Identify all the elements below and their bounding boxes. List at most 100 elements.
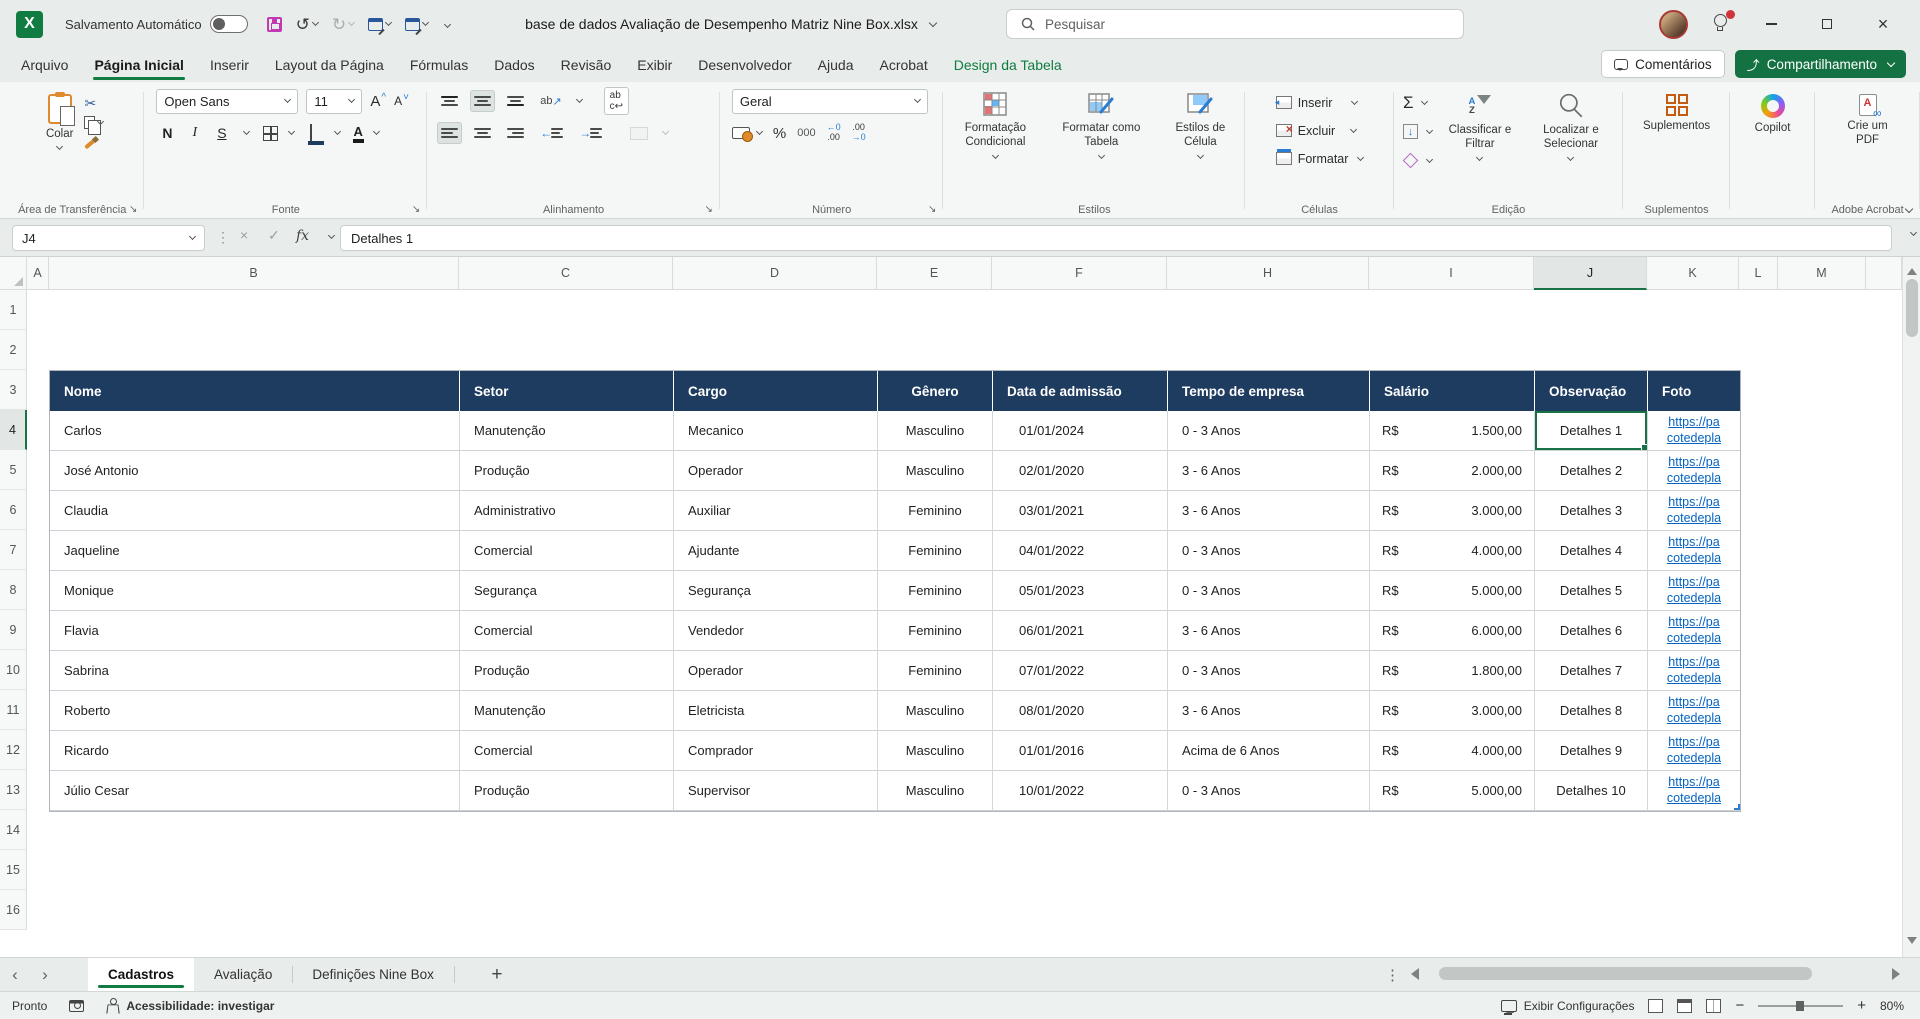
- row-header-11[interactable]: 11: [0, 690, 27, 730]
- borders-button[interactable]: [263, 126, 278, 141]
- cell-genero[interactable]: Feminino: [878, 491, 993, 531]
- cell-cargo[interactable]: Segurança: [674, 571, 878, 611]
- cell-setor[interactable]: Segurança: [460, 571, 674, 611]
- column-header-C[interactable]: C: [459, 257, 673, 290]
- align-bottom-button[interactable]: [503, 90, 528, 112]
- chevron-down-icon[interactable]: [756, 128, 763, 135]
- dialog-launcher-icon[interactable]: ↘: [928, 205, 936, 215]
- table-header-gênero[interactable]: Gênero: [878, 371, 993, 411]
- column-header-E[interactable]: E: [877, 257, 992, 290]
- cell-cargo[interactable]: Vendedor: [674, 611, 878, 651]
- merge-center-button[interactable]: [626, 123, 652, 144]
- percent-style-button[interactable]: %: [773, 125, 786, 142]
- cell-nome[interactable]: Sabrina: [50, 651, 460, 691]
- zoom-slider[interactable]: [1758, 1005, 1843, 1007]
- cell-foto-link[interactable]: https://pacotedepla: [1648, 731, 1740, 771]
- page-layout-view-button[interactable]: [1677, 999, 1692, 1013]
- ribbon-tab-acrobat[interactable]: Acrobat: [866, 48, 940, 82]
- cell-salario[interactable]: R$2.000,00: [1370, 451, 1535, 491]
- cell-salario[interactable]: R$6.000,00: [1370, 611, 1535, 651]
- row-header-3[interactable]: 3: [0, 370, 27, 410]
- scroll-left-icon[interactable]: [1405, 968, 1419, 980]
- scroll-down-icon[interactable]: [1907, 937, 1917, 949]
- format-cells-button[interactable]: Formatar: [1276, 146, 1364, 171]
- cell-setor[interactable]: Produção: [460, 651, 674, 691]
- font-color-button[interactable]: A: [354, 124, 363, 143]
- ribbon-tab-fórmulas[interactable]: Fórmulas: [397, 48, 481, 82]
- table-header-tempo-de-empresa[interactable]: Tempo de empresa: [1168, 371, 1370, 411]
- ribbon-tab-página-inicial[interactable]: Página Inicial: [81, 48, 196, 82]
- conditional-formatting-button[interactable]: Formatação Condicional: [947, 88, 1043, 160]
- zoom-slider-thumb[interactable]: [1796, 1001, 1804, 1011]
- excel-logo-icon[interactable]: X: [16, 11, 43, 38]
- cut-button[interactable]: ✂: [84, 96, 103, 110]
- autosave-toggle[interactable]: [210, 15, 248, 33]
- cell-nome[interactable]: Carlos: [50, 411, 460, 451]
- cell-admissao[interactable]: 04/01/2022: [993, 531, 1168, 571]
- cell-nome[interactable]: Júlio Cesar: [50, 771, 460, 811]
- column-header-L[interactable]: L: [1739, 257, 1778, 290]
- zoom-in-button[interactable]: +: [1857, 997, 1866, 1014]
- chevron-down-icon[interactable]: [288, 128, 295, 135]
- photo-link[interactable]: https://pa: [1668, 775, 1719, 791]
- cell-setor[interactable]: Comercial: [460, 611, 674, 651]
- cell-obs[interactable]: Detalhes 2: [1535, 451, 1648, 491]
- cell-genero[interactable]: Feminino: [878, 571, 993, 611]
- cell-cargo[interactable]: Comprador: [674, 731, 878, 771]
- cell-admissao[interactable]: 05/01/2023: [993, 571, 1168, 611]
- chevron-down-icon[interactable]: [373, 128, 380, 135]
- cell-tempo[interactable]: 0 - 3 Anos: [1168, 571, 1370, 611]
- cell-setor[interactable]: Produção: [460, 451, 674, 491]
- vertical-scroll-thumb[interactable]: [1906, 279, 1918, 337]
- cell-setor[interactable]: Manutenção: [460, 411, 674, 451]
- create-pdf-button[interactable]: Crie um PDF: [1838, 92, 1898, 150]
- increase-decimal-button[interactable]: ←0.00: [827, 123, 841, 143]
- row-header-15[interactable]: 15: [0, 850, 27, 890]
- cell-admissao[interactable]: 08/01/2020: [993, 691, 1168, 731]
- user-avatar[interactable]: [1659, 10, 1688, 39]
- photo-link[interactable]: cotedepla: [1667, 711, 1721, 727]
- table-resize-handle[interactable]: [1734, 804, 1740, 810]
- cell-tempo[interactable]: 0 - 3 Anos: [1168, 531, 1370, 571]
- ribbon-tab-exibir[interactable]: Exibir: [624, 48, 685, 82]
- increase-indent-button[interactable]: →: [575, 122, 606, 144]
- column-header-H[interactable]: H: [1167, 257, 1369, 290]
- photo-link[interactable]: cotedepla: [1667, 511, 1721, 527]
- fill-color-button[interactable]: [308, 125, 324, 141]
- column-header-J[interactable]: J: [1534, 257, 1647, 290]
- decrease-indent-button[interactable]: ←: [536, 122, 567, 144]
- cell-tempo[interactable]: Acima de 6 Anos: [1168, 731, 1370, 771]
- comments-button[interactable]: Comentários: [1601, 50, 1725, 78]
- save-button[interactable]: [262, 13, 287, 36]
- cell-genero[interactable]: Masculino: [878, 771, 993, 811]
- horizontal-scrollbar[interactable]: [1405, 966, 1906, 983]
- decrease-decimal-button[interactable]: .00→0: [852, 123, 866, 143]
- cell-nome[interactable]: José Antonio: [50, 451, 460, 491]
- sheet-tab-avaliação[interactable]: Avaliação: [194, 958, 292, 991]
- row-header-4[interactable]: 4: [0, 410, 27, 450]
- cell-cargo[interactable]: Auxiliar: [674, 491, 878, 531]
- row-header-5[interactable]: 5: [0, 450, 27, 490]
- number-format-select[interactable]: Geral: [732, 89, 928, 114]
- wrap-text-button[interactable]: abc↩: [604, 87, 629, 115]
- photo-link[interactable]: https://pa: [1668, 495, 1719, 511]
- row-header-13[interactable]: 13: [0, 770, 27, 810]
- cell-setor[interactable]: Comercial: [460, 731, 674, 771]
- sheet-tab-cadastros[interactable]: Cadastros: [88, 958, 194, 991]
- photo-link[interactable]: https://pa: [1668, 455, 1719, 471]
- cell-obs[interactable]: Detalhes 4: [1535, 531, 1648, 571]
- cell-setor[interactable]: Comercial: [460, 531, 674, 571]
- horizontal-scroll-thumb[interactable]: [1439, 967, 1812, 980]
- cell-cargo[interactable]: Mecanico: [674, 411, 878, 451]
- fill-button[interactable]: ↓: [1403, 119, 1432, 144]
- clear-button[interactable]: [1403, 148, 1432, 173]
- comma-style-button[interactable]: 000: [797, 127, 815, 139]
- row-header-14[interactable]: 14: [0, 810, 27, 850]
- ribbon-tab-design-da-tabela[interactable]: Design da Tabela: [941, 48, 1075, 82]
- delete-cells-button[interactable]: Excluir: [1276, 118, 1364, 143]
- photo-link[interactable]: cotedepla: [1667, 431, 1721, 447]
- chevron-down-icon[interactable]: [576, 96, 583, 103]
- row-header-2[interactable]: 2: [0, 330, 27, 370]
- row-header-9[interactable]: 9: [0, 610, 27, 650]
- photo-link[interactable]: cotedepla: [1667, 471, 1721, 487]
